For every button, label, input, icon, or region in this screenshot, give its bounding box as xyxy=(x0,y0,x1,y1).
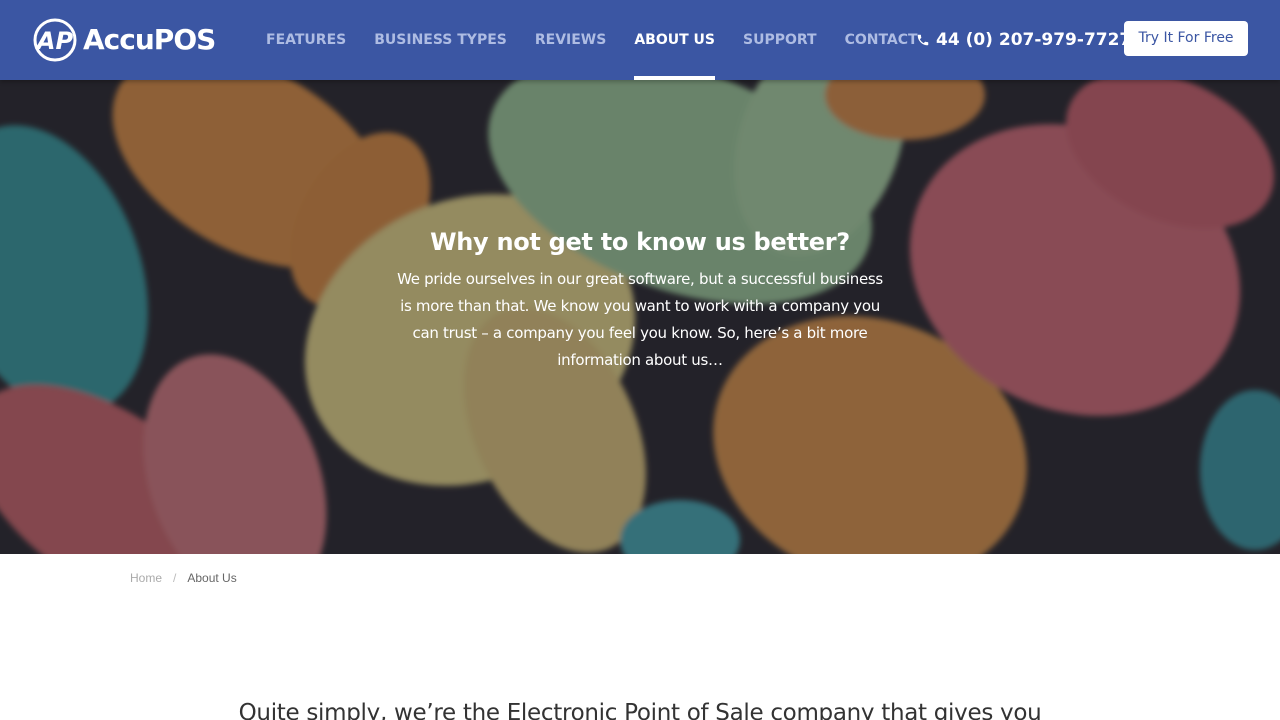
nav-business-types[interactable]: BUSINESS TYPES xyxy=(374,0,507,80)
nav-features[interactable]: FEATURES xyxy=(266,0,346,80)
logo-text: AccuPOS xyxy=(83,23,216,56)
site-header: AP AccuPOS FEATURES BUSINESS TYPES REVIE… xyxy=(0,0,1280,80)
nav-support[interactable]: SUPPORT xyxy=(743,0,817,80)
logo-mark-text: AP xyxy=(35,27,74,55)
phone-link[interactable]: 44 (0) 207-979-7727 xyxy=(916,26,1131,54)
nav-reviews[interactable]: REVIEWS xyxy=(535,0,606,80)
breadcrumb-current: About Us xyxy=(187,571,237,585)
hero-description: We pride ourselves in our great software… xyxy=(397,270,883,369)
nav-contact[interactable]: CONTACT xyxy=(845,0,918,80)
hero-title: Why not get to know us better? xyxy=(430,228,850,256)
hero-banner: Why not get to know us better? We pride … xyxy=(0,80,1280,554)
logo-mark-icon: AP xyxy=(33,18,77,62)
breadcrumb-separator: / xyxy=(173,571,177,585)
phone-icon xyxy=(917,34,929,46)
try-it-free-button[interactable]: Try It For Free xyxy=(1124,21,1248,56)
breadcrumb-home-link[interactable]: Home xyxy=(130,571,162,585)
main-nav: FEATURES BUSINESS TYPES REVIEWS ABOUT US… xyxy=(266,0,946,80)
nav-about-us[interactable]: ABOUT US xyxy=(634,0,715,80)
logo[interactable]: AP AccuPOS xyxy=(33,18,216,62)
phone-number: 44 (0) 207-979-7727 xyxy=(936,30,1132,50)
breadcrumb: Home / About Us xyxy=(130,571,237,585)
intro-heading: Quite simply, we’re the Electronic Point… xyxy=(238,700,1042,720)
